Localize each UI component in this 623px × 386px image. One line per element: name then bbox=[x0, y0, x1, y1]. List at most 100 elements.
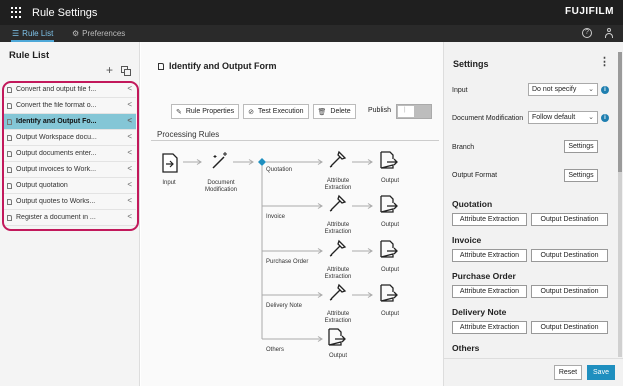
input-label: Input bbox=[162, 180, 176, 186]
attribute-extraction-label: Attribute Extraction bbox=[324, 178, 352, 191]
output-destination-button[interactable]: Output Destination bbox=[531, 321, 608, 334]
section-title: Purchase Order bbox=[452, 271, 516, 281]
test-execution-label: Test Execution bbox=[258, 108, 304, 115]
rule-list-item[interactable]: Register a document in ... < bbox=[4, 210, 136, 226]
pipette-icon bbox=[330, 199, 342, 211]
document-modification-label: Document Modification bbox=[452, 115, 524, 122]
output-label: Output bbox=[380, 178, 399, 184]
tab-rule-list-label: Rule List bbox=[22, 29, 54, 38]
input-label: Input bbox=[452, 87, 468, 94]
rule-list-item[interactable]: Output Workspace docu... < bbox=[4, 130, 136, 146]
rule-list-item[interactable]: Identify and Output Fo... < bbox=[4, 114, 136, 130]
output-format-settings-button[interactable]: Settings bbox=[564, 169, 598, 182]
tab-preferences[interactable]: ⚙ Preferences bbox=[72, 25, 125, 42]
publish-toggle[interactable]: | bbox=[396, 104, 432, 119]
input-select[interactable]: Do not specify ⌄ bbox=[528, 83, 598, 96]
chevron-down-icon: ⌄ bbox=[588, 114, 594, 121]
document-icon bbox=[7, 183, 12, 189]
arrow-out-icon bbox=[387, 158, 398, 166]
input-select-value: Do not specify bbox=[532, 86, 577, 93]
share-icon[interactable]: < bbox=[127, 148, 132, 157]
output-icon bbox=[380, 240, 394, 258]
share-icon[interactable]: < bbox=[127, 132, 132, 141]
attribute-extraction-button[interactable]: Attribute Extraction bbox=[452, 285, 527, 298]
tab-bar: ☰ Rule List ⚙ Preferences ? bbox=[0, 25, 623, 42]
rule-list-item[interactable]: Output quotes to Works... < bbox=[4, 194, 136, 210]
chevron-down-icon: ⌄ bbox=[588, 86, 594, 93]
arrow-out-icon bbox=[335, 335, 346, 343]
section-title: Invoice bbox=[452, 235, 482, 245]
rule-list-item[interactable]: Convert and output file f... < bbox=[4, 82, 136, 98]
output-icon bbox=[380, 151, 394, 169]
processing-rules-label: Processing Rules bbox=[157, 130, 220, 139]
settings-scrollbar[interactable] bbox=[618, 52, 622, 357]
user-icon[interactable] bbox=[604, 28, 614, 39]
pipette-icon bbox=[330, 288, 342, 300]
save-button[interactable]: Save bbox=[587, 365, 615, 380]
share-icon[interactable]: < bbox=[127, 100, 132, 109]
branch-label: Purchase Order bbox=[266, 259, 309, 265]
rule-list-item[interactable]: Output documents enter... < bbox=[4, 146, 136, 162]
help-icon[interactable]: ? bbox=[582, 28, 592, 38]
rule-list-item[interactable]: Convert the file format o... < bbox=[4, 98, 136, 114]
arrow-out-icon bbox=[387, 247, 398, 255]
rule-list-item-label: Register a document in ... bbox=[16, 214, 96, 221]
share-icon[interactable]: < bbox=[127, 180, 132, 189]
tab-rule-list[interactable]: ☰ Rule List bbox=[10, 25, 55, 42]
publish-label: Publish bbox=[368, 107, 391, 114]
info-icon[interactable]: i bbox=[601, 86, 609, 94]
copy-rule-icon[interactable] bbox=[121, 66, 131, 76]
document-icon bbox=[7, 215, 12, 221]
branch-label: Delivery Note bbox=[266, 303, 303, 309]
pipette-end bbox=[329, 254, 333, 257]
document-icon bbox=[7, 199, 12, 205]
output-destination-button[interactable]: Output Destination bbox=[531, 285, 608, 298]
rule-list-item[interactable]: Output invoices to Work... < bbox=[4, 162, 136, 178]
gear-icon: ⚙ bbox=[72, 29, 80, 38]
branch-label: Others bbox=[266, 347, 285, 353]
output-label: Output bbox=[328, 353, 347, 359]
rule-list-item-label: Output quotes to Works... bbox=[16, 198, 96, 205]
rule-list-item-label: Output Workspace docu... bbox=[16, 134, 97, 141]
document-icon bbox=[7, 119, 12, 125]
rule-properties-button[interactable]: ✎ Rule Properties bbox=[171, 104, 240, 119]
add-rule-icon[interactable]: + bbox=[106, 64, 113, 76]
app-menu-grid-icon[interactable] bbox=[11, 6, 23, 19]
list-icon: ☰ bbox=[12, 29, 20, 38]
rule-list-item-label: Output documents enter... bbox=[16, 150, 97, 157]
share-icon[interactable]: < bbox=[127, 164, 132, 173]
share-icon[interactable]: < bbox=[127, 84, 132, 93]
delete-button[interactable]: 🗑 Delete bbox=[312, 104, 356, 119]
reset-button[interactable]: Reset bbox=[554, 365, 582, 380]
document-modification-label: Document Modification bbox=[204, 180, 237, 193]
sparkle-icon bbox=[213, 152, 227, 158]
tab-preferences-label: Preferences bbox=[82, 29, 126, 38]
rule-list-item[interactable]: Output quotation < bbox=[4, 178, 136, 194]
pencil-icon: ✎ bbox=[176, 108, 182, 116]
rule-title-text: Identify and Output Form bbox=[169, 61, 277, 71]
app-title: Rule Settings bbox=[32, 6, 98, 19]
output-icon bbox=[328, 328, 342, 346]
attribute-extraction-button[interactable]: Attribute Extraction bbox=[452, 321, 527, 334]
output-destination-button[interactable]: Output Destination bbox=[531, 213, 608, 226]
output-destination-button[interactable]: Output Destination bbox=[531, 249, 608, 262]
share-icon[interactable]: < bbox=[127, 116, 132, 125]
info-icon[interactable]: i bbox=[601, 114, 609, 122]
share-icon[interactable]: < bbox=[127, 196, 132, 205]
attribute-extraction-button[interactable]: Attribute Extraction bbox=[452, 213, 527, 226]
section-title: Others bbox=[452, 343, 480, 353]
branch-diamond bbox=[258, 158, 266, 166]
attribute-extraction-button[interactable]: Attribute Extraction bbox=[452, 249, 527, 262]
more-options-icon[interactable]: ⋮ bbox=[599, 56, 610, 68]
divider bbox=[151, 140, 439, 141]
document-icon bbox=[7, 167, 12, 173]
rule-list-title: Rule List bbox=[9, 50, 50, 61]
output-icon bbox=[380, 284, 394, 302]
branch-settings-button[interactable]: Settings bbox=[564, 140, 598, 153]
document-modification-select[interactable]: Follow default ⌄ bbox=[528, 111, 598, 124]
document-icon bbox=[158, 62, 164, 70]
share-icon[interactable]: < bbox=[127, 212, 132, 221]
output-icon bbox=[380, 195, 394, 213]
test-execution-button[interactable]: ⊘ Test Execution bbox=[243, 104, 309, 119]
document-icon bbox=[7, 135, 12, 141]
